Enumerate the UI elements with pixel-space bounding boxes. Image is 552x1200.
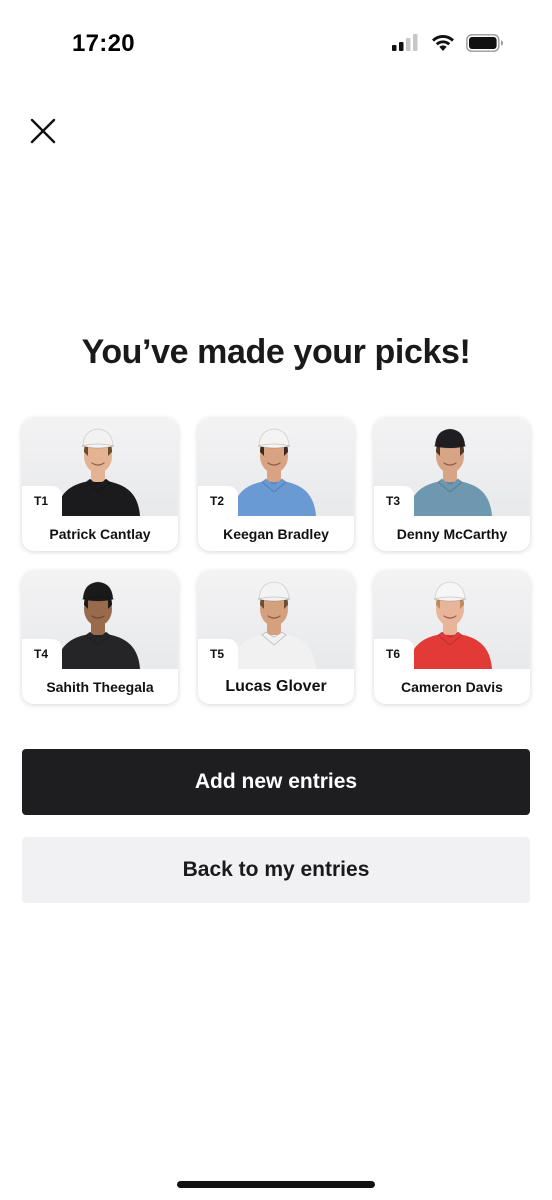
player-card[interactable]: T2 Keegan Bradley bbox=[198, 418, 354, 551]
status-time: 17:20 bbox=[72, 30, 135, 57]
status-bar: 17:20 bbox=[0, 0, 552, 90]
player-card[interactable]: T3 Denny McCarthy bbox=[374, 418, 530, 551]
player-rank: T2 bbox=[198, 486, 238, 516]
player-rank: T3 bbox=[374, 486, 414, 516]
picks-grid: T1 Patrick Cantlay T2 Keegan Bradley T3 … bbox=[22, 418, 530, 704]
player-name: Patrick Cantlay bbox=[49, 525, 151, 542]
back-to-entries-button[interactable]: Back to my entries bbox=[22, 837, 530, 903]
player-rank: T5 bbox=[198, 639, 238, 669]
player-rank: T1 bbox=[22, 486, 62, 516]
player-card[interactable]: T5 Lucas Glover bbox=[198, 571, 354, 704]
home-indicator bbox=[177, 1181, 375, 1188]
player-name: Lucas Glover bbox=[225, 677, 327, 695]
player-name: Sahith Theegala bbox=[46, 678, 154, 695]
close-icon bbox=[30, 118, 56, 144]
player-name: Cameron Davis bbox=[401, 678, 503, 695]
add-new-entries-button[interactable]: Add new entries bbox=[22, 749, 530, 815]
cellular-signal-icon bbox=[392, 33, 418, 51]
close-button[interactable] bbox=[24, 112, 62, 150]
status-icons bbox=[392, 33, 504, 52]
player-name: Denny McCarthy bbox=[396, 525, 508, 542]
battery-icon bbox=[466, 33, 503, 52]
player-card[interactable]: T1 Patrick Cantlay bbox=[22, 418, 178, 551]
player-name: Keegan Bradley bbox=[223, 525, 329, 542]
player-card[interactable]: T6 Cameron Davis bbox=[374, 571, 530, 704]
wifi-icon bbox=[432, 34, 454, 51]
player-rank: T6 bbox=[374, 639, 414, 669]
page-title: You’ve made your picks! bbox=[81, 333, 471, 371]
player-rank: T4 bbox=[22, 639, 62, 669]
player-card[interactable]: T4 Sahith Theegala bbox=[22, 571, 178, 704]
